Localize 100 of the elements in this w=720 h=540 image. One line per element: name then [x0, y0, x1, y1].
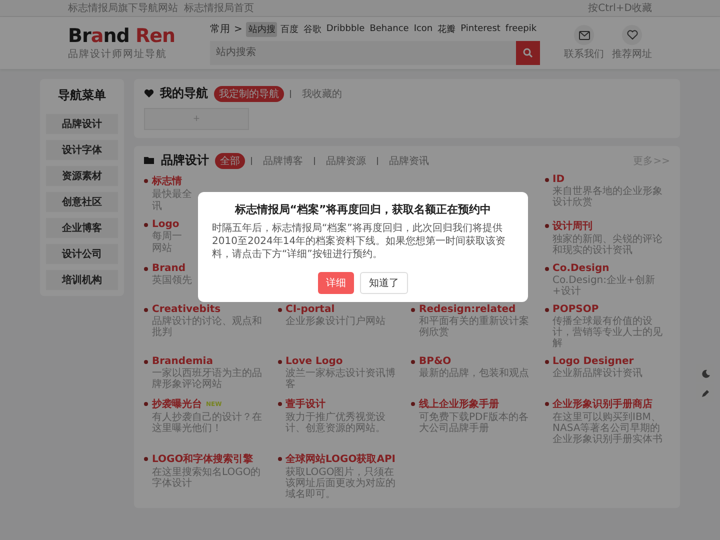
sidebar-item[interactable]: 设计字体 [46, 140, 118, 160]
search-engine-tab[interactable]: 花瓣 [436, 22, 458, 36]
site-description: 每周一 [152, 231, 182, 242]
site-link[interactable]: LOGO和字体搜索引擎 [152, 452, 254, 466]
site-link[interactable]: Logo [152, 219, 180, 230]
site-description: 网站 [152, 243, 172, 254]
heart-icon [626, 30, 638, 40]
search-field[interactable]: 站内搜索 [210, 40, 516, 64]
bullet-dot [144, 402, 148, 406]
bullet-dot [544, 266, 548, 270]
site-link[interactable]: 线上企业形象手册 [419, 397, 499, 411]
bullet-dot [278, 360, 282, 364]
search-engine-tab[interactable]: Behance [368, 23, 411, 35]
dialog-button[interactable]: 详细 [318, 272, 354, 294]
header-action-link[interactable]: 推荐网址 [612, 25, 652, 61]
search-engine-tab[interactable]: Dribbble [324, 23, 367, 35]
site-link[interactable]: 全球网站LOGO获取API [286, 452, 396, 466]
site-link[interactable]: Brandemia [152, 356, 213, 367]
chevron-text: > [234, 24, 242, 34]
site-link[interactable]: 设计周刊 [552, 219, 592, 233]
site-link[interactable]: CI-portal [286, 304, 335, 315]
logo-tagline: 品牌设计师网址导航 [68, 48, 168, 61]
category-tab[interactable]: 品牌博客 [258, 152, 308, 168]
section-title: 我的导航 [160, 85, 208, 102]
bullet-dot [144, 360, 148, 364]
bullet-dot [544, 224, 548, 228]
site-link[interactable]: 抄袭曝光台 [152, 397, 202, 411]
site-description: 有人抄袭自己的设计？在这里曝光他们！ [152, 412, 263, 434]
site-link[interactable]: Redesign:related [419, 304, 516, 315]
site-link[interactable]: Love Logo [286, 356, 343, 367]
site-description: 企业形象设计门户网站 [286, 316, 386, 327]
top-link[interactable]: 标志情报局首页 [184, 1, 254, 15]
bookmark-hint: 按Ctrl+D收藏 [588, 2, 652, 15]
site-description: 传播全球最有价值的设计，营销等专业人士的见解 [552, 316, 664, 349]
site-link[interactable]: BP&O [419, 356, 452, 367]
search-button[interactable] [516, 40, 540, 64]
dialog-button[interactable]: 知道了 [360, 272, 408, 294]
sidebar-item[interactable]: 品牌设计 [46, 114, 118, 134]
nav-tab[interactable]: 我定制的导航 [214, 86, 284, 102]
sidebar-item[interactable]: 创意社区 [46, 192, 118, 212]
top-link[interactable]: 标志情报局旗下导航网站 [68, 1, 178, 15]
search-group-label: 常用 [210, 22, 230, 36]
site-description: 英国领先 [152, 275, 192, 286]
site-link[interactable]: Logo Designer [552, 356, 634, 367]
bullet-dot [278, 457, 282, 461]
search-engine-tab[interactable]: freepik [503, 23, 539, 35]
heart-icon [144, 89, 154, 98]
site-description: 来自世界各地的企业形象设计欣赏 [552, 186, 664, 208]
bullet-dot [411, 402, 415, 406]
site-link[interactable]: Co.Design [552, 263, 610, 274]
bullet-dot [411, 360, 415, 364]
sidebar-item[interactable]: 设计公司 [46, 244, 118, 264]
dialog-text: 时隔五年后，标志情报局“档案”将再度回归，此次回归我们将提供2010至2024年14年的档案资料下线。如果您想第一时间获取该资料，请点击下方“详细”按钮进行预约。 [212, 222, 507, 261]
search-engine-tab[interactable]: Pinterest [458, 23, 502, 35]
site-description: 最新的品牌，包装和观点 [419, 368, 529, 379]
category-tab[interactable]: 全部 [215, 152, 245, 168]
category-tab[interactable]: 品牌资讯 [384, 152, 434, 168]
add-button[interactable]: + [144, 108, 249, 130]
moon-icon [700, 368, 710, 378]
sidebar-item[interactable]: 企业博客 [46, 218, 118, 238]
site-description: 获取LOGO图片，只须在该网址后面更改为对应的域名即可。 [286, 467, 396, 500]
section-title: 品牌设计 [161, 152, 209, 169]
mail-icon [578, 30, 590, 40]
nav-tab[interactable]: 我收藏的 [297, 86, 347, 102]
site-link[interactable]: ID [552, 174, 565, 185]
bullet-dot [144, 179, 148, 183]
site-link[interactable]: Brand [152, 263, 186, 274]
bullet-dot [144, 266, 148, 270]
site-description: 品牌设计的讨论、观点和批判 [152, 316, 263, 338]
search-icon [523, 48, 533, 58]
site-link[interactable]: 萱手设计 [286, 397, 326, 411]
bullet-dot [544, 178, 548, 182]
category-tab[interactable]: 品牌资源 [321, 152, 371, 168]
bullet-dot [544, 360, 548, 364]
search-engine-tab[interactable]: 谷歌 [301, 22, 324, 36]
site-description: 可免费下载PDF版本的各大公司品牌手册 [419, 412, 530, 434]
bullet-dot [544, 402, 548, 406]
search-engine-tab[interactable]: 百度 [278, 22, 300, 36]
site-description: 讯 [152, 201, 162, 212]
site-description: 在这里搜索知名LOGO的字体设计 [152, 467, 262, 489]
dialog-title: 标志情报局“档案”将再度回归，获取名额正在预约中 [234, 202, 492, 217]
bullet-dot [144, 222, 148, 226]
bullet-dot [411, 308, 415, 312]
logo-wordmark[interactable]: Brand Ren [68, 25, 188, 47]
sidebar-item[interactable]: 培训机构 [46, 270, 118, 290]
bullet-dot [544, 308, 548, 312]
search-engine-tab[interactable]: Icon [412, 23, 435, 35]
header-action-link[interactable]: 联系我们 [564, 25, 604, 61]
sidebar-item[interactable]: 资源素材 [46, 166, 118, 186]
site-link[interactable]: 标志情 [152, 174, 182, 188]
site-description: 企业新品牌设计资讯 [552, 368, 642, 379]
site-link[interactable]: 企业形象识别手册商店 [552, 397, 652, 411]
folder-icon [144, 156, 155, 165]
search-engine-tab[interactable]: 站内搜 [246, 22, 278, 36]
site-link[interactable]: POPSOP [552, 304, 599, 315]
site-description: 波兰一家标志设计资讯博客 [286, 368, 396, 390]
site-description: Co.Design:企业+创新+设计 [552, 275, 656, 297]
site-link[interactable]: Creativebits [152, 304, 221, 315]
bullet-dot [278, 308, 282, 312]
site-description: 一家以西班牙语为主的品牌形象评论网站 [152, 368, 263, 390]
